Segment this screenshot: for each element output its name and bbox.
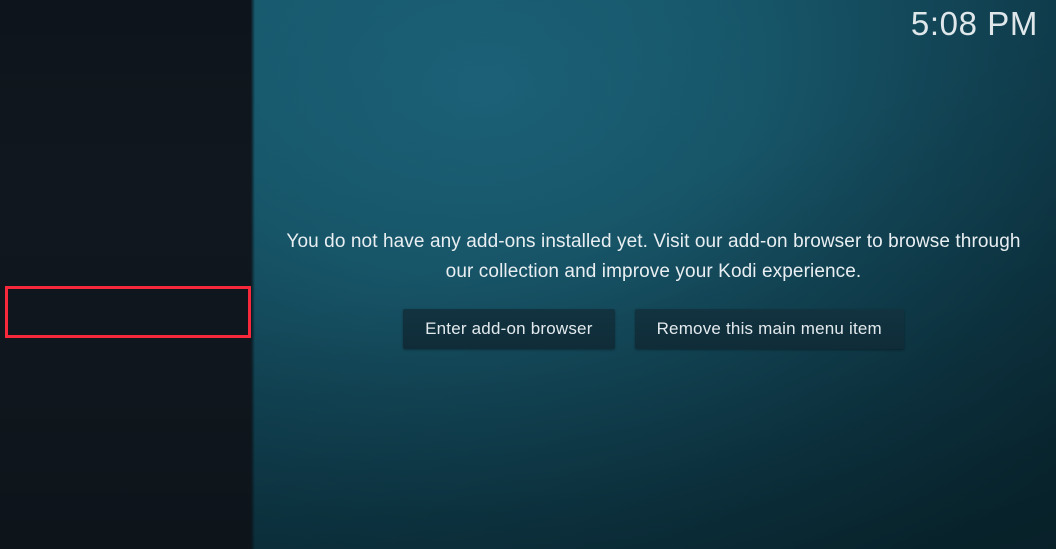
action-button-row: Enter add-on browser Remove this main me…	[284, 308, 1024, 349]
clock: 5:08 PM	[910, 5, 1038, 42]
main-content: You do not have any add-ons installed ye…	[251, 0, 1056, 549]
empty-state-message: You do not have any add-ons installed ye…	[286, 230, 1021, 282]
remove-main-menu-item-button[interactable]: Remove this main menu item	[634, 308, 904, 349]
sidebar-edge	[251, 0, 255, 549]
sidebar	[0, 0, 251, 549]
kodi-home-screen: You do not have any add-ons installed ye…	[0, 0, 1056, 549]
enter-addon-browser-button[interactable]: Enter add-on browser	[403, 308, 615, 349]
